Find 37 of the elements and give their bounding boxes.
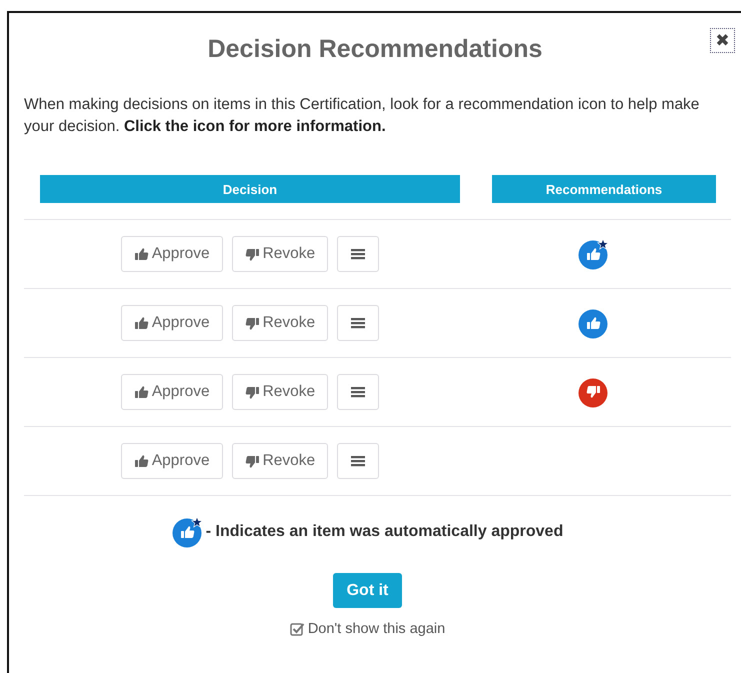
approve-button[interactable]: Approve — [120, 374, 223, 410]
close-button[interactable]: ✖ — [710, 28, 735, 53]
auto-approved-thumbs-up-icon[interactable] — [578, 238, 610, 270]
thumbs-up-icon[interactable] — [578, 307, 610, 339]
thumbs-down-icon[interactable] — [578, 376, 610, 408]
column-header: Recommendations — [492, 175, 716, 203]
revoke-button[interactable]: Revoke — [232, 374, 328, 410]
menu-button[interactable] — [337, 236, 380, 272]
menu-icon — [351, 455, 366, 467]
revoke-button[interactable]: Revoke — [232, 305, 328, 341]
thumbs-up-icon — [134, 454, 149, 468]
thumbs-down-icon — [244, 316, 260, 330]
got-it-button[interactable]: Got it — [332, 573, 402, 608]
checkbox[interactable] — [290, 622, 305, 636]
approve-button[interactable]: Approve — [120, 305, 223, 341]
thumbs-down-icon — [244, 384, 260, 400]
legend-text: - Indicates an item was automatically approved — [206, 523, 564, 541]
menu-button[interactable] — [337, 374, 380, 410]
intro-text: When making decisions on items in this Certification, look for a recommendation icon to help make your decision. Click the icon for more information. — [24, 95, 700, 137]
approve-button[interactable]: Approve — [120, 236, 223, 272]
dialog-title: Decision Recommendations — [208, 35, 542, 64]
thumbs-up-icon — [134, 384, 149, 400]
menu-icon — [351, 317, 366, 329]
menu-icon — [351, 386, 366, 398]
auto-approved-thumbs-up-icon — [172, 516, 204, 548]
menu-button[interactable] — [337, 305, 380, 341]
column-header: Decision — [40, 175, 460, 203]
revoke-button[interactable]: Revoke — [232, 236, 328, 272]
revoke-button[interactable]: Revoke — [232, 443, 328, 479]
thumbs-down-icon — [244, 246, 260, 262]
menu-button[interactable] — [337, 443, 380, 479]
menu-icon — [351, 248, 366, 260]
thumbs-up-icon — [134, 316, 149, 330]
thumbs-up-icon — [134, 246, 149, 262]
approve-button[interactable]: Approve — [120, 443, 223, 479]
checkbox-label: Don't show this again — [308, 621, 446, 637]
thumbs-down-icon — [244, 454, 260, 468]
